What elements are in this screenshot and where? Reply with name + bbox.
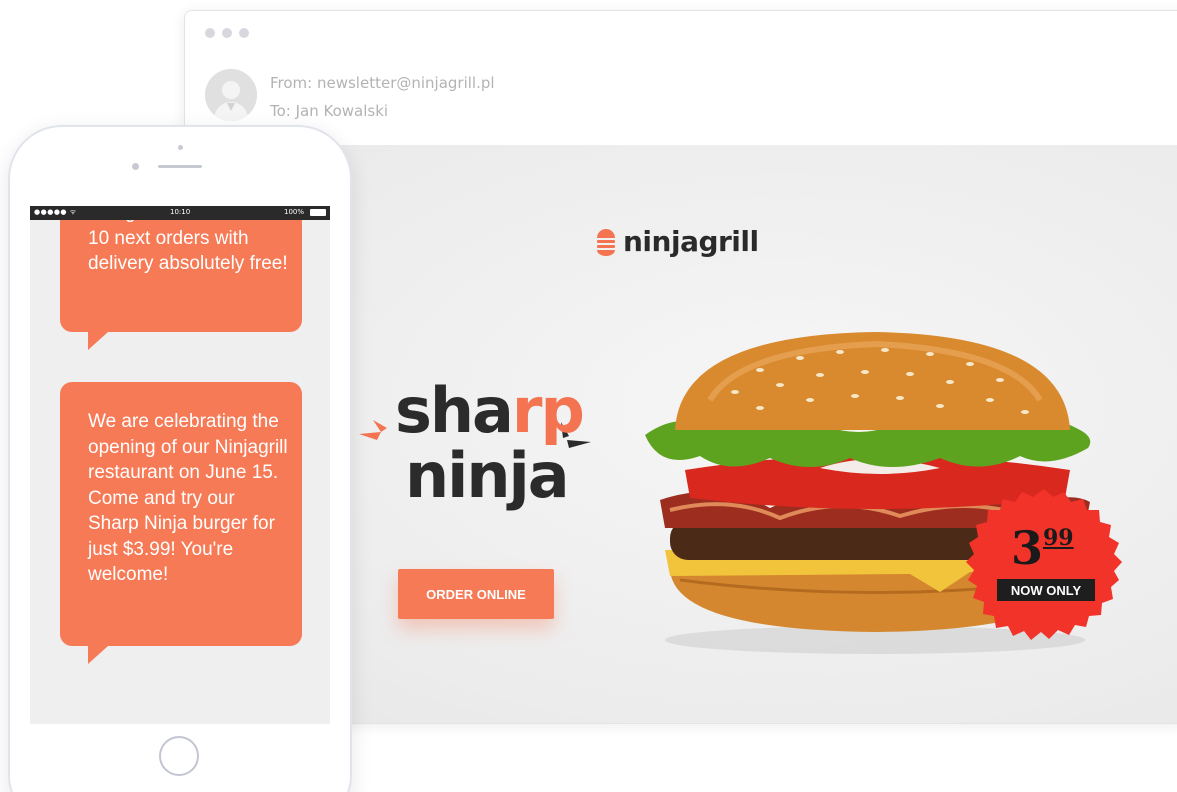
message-bubble: and get a voucher for 10 next orders wit…	[60, 206, 302, 350]
battery-icon	[310, 209, 326, 216]
phone-speaker	[158, 165, 202, 168]
message-bubble: We are celebrating the opening of our Ni…	[60, 382, 302, 664]
headline-line1: sharp	[395, 380, 585, 442]
window-dot-2[interactable]	[222, 28, 232, 38]
message-text: We are celebrating the opening of our Ni…	[88, 411, 288, 585]
price-main: 3	[1011, 521, 1044, 575]
phone-camera	[132, 163, 139, 170]
window-dot-3[interactable]	[239, 28, 249, 38]
burger-logo-icon	[597, 228, 615, 256]
price-cents: 99	[1043, 525, 1074, 551]
phone-sensor	[178, 145, 183, 150]
headline: sharp ninja	[355, 380, 615, 540]
now-only-label: NOW ONLY	[997, 579, 1095, 601]
brand-name: ninjagrill	[623, 225, 759, 258]
sender-avatar	[205, 69, 257, 121]
phone-screen[interactable]: ●●●●● ᯤ 10:10 100% and get a voucher for…	[30, 206, 330, 724]
headline-sharp-a: sha	[395, 374, 514, 447]
battery-percent: 100%	[283, 208, 304, 216]
bubble-tail	[88, 646, 108, 664]
headline-sharp-b: rp	[511, 374, 585, 447]
price-badge: 3 99 NOW ONLY	[965, 487, 1123, 645]
headline-line2: ninja	[405, 445, 570, 507]
signal-icon: ●●●●● ᯤ	[34, 208, 77, 216]
home-button[interactable]	[159, 736, 199, 776]
window-controls	[205, 28, 249, 38]
email-from: From: newsletter@ninjagrill.pl	[270, 74, 495, 92]
headline-ninja-b: nja	[466, 439, 569, 512]
price-badge-shape-icon	[966, 489, 1122, 640]
stage: From: newsletter@ninjagrill.pl To: Jan K…	[0, 0, 1177, 792]
status-bar: ●●●●● ᯤ 10:10 100%	[30, 206, 330, 220]
bubble-tail	[88, 332, 108, 350]
user-silhouette-icon	[205, 69, 257, 121]
headline-ninja-a: ni	[405, 439, 468, 512]
window-dot-1[interactable]	[205, 28, 215, 38]
brand-logo: ninjagrill	[595, 225, 759, 258]
status-time: 10:10	[170, 208, 191, 216]
email-to: To: Jan Kowalski	[270, 102, 389, 120]
order-online-button[interactable]: ORDER ONLINE	[398, 569, 554, 619]
phone-mockup: ●●●●● ᯤ 10:10 100% and get a voucher for…	[8, 125, 352, 792]
